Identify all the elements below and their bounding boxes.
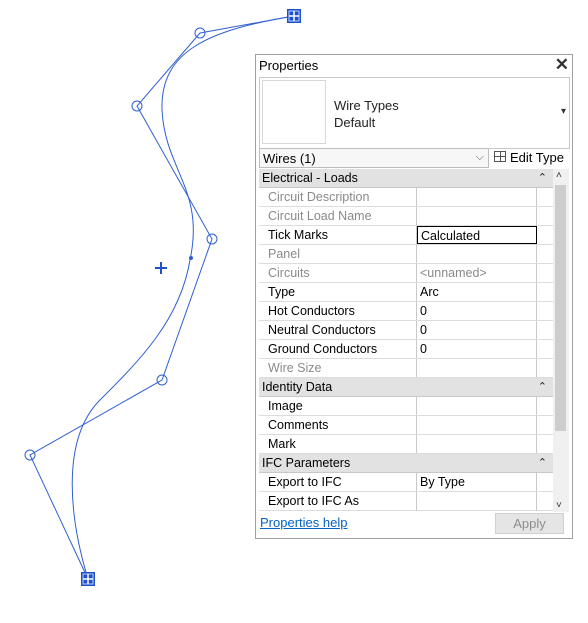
grid-scrollbar[interactable]: ˄ ˅ (553, 169, 569, 512)
property-row: Export to IFC As (259, 492, 553, 511)
grid-gutter (537, 283, 553, 301)
wire-end-endpoint-grip[interactable] (81, 572, 95, 586)
cursor-crosshair-icon (155, 262, 167, 274)
property-name: Circuit Description (259, 188, 417, 206)
type-preview-thumbnail (262, 80, 326, 144)
collapse-icon[interactable]: ⌃ (538, 378, 547, 396)
property-name: Panel (259, 245, 417, 263)
properties-help-link[interactable]: Properties help (260, 515, 347, 530)
group-label: IFC Parameters (262, 456, 351, 470)
apply-button[interactable]: Apply (495, 513, 564, 534)
grid-gutter (537, 473, 553, 491)
instance-filter-row: Wires (1) ⌵ Edit Type (259, 148, 571, 169)
property-name: Wire Size (259, 359, 417, 377)
grid-gutter (537, 340, 553, 358)
grid-gutter (537, 359, 553, 377)
property-value[interactable] (417, 435, 537, 453)
property-row: Ground Conductors 0 (259, 340, 553, 359)
filter-value: Wires (1) (263, 151, 316, 166)
property-row: Image (259, 397, 553, 416)
property-value[interactable]: 0 (417, 340, 537, 358)
property-row: Export to IFC By Type (259, 473, 553, 492)
property-row: Circuit Description (259, 188, 553, 207)
property-row: Wire Size (259, 359, 553, 378)
chevron-down-icon: ⌵ (475, 151, 484, 163)
element-filter-dropdown[interactable]: Wires (1) ⌵ (259, 148, 489, 168)
property-value (417, 245, 537, 263)
properties-palette: Properties ✕ Wire Types Default ▾ Wires … (255, 54, 573, 539)
edit-type-label: Edit Type (510, 150, 564, 165)
close-icon[interactable]: ✕ (555, 55, 569, 75)
property-name: Mark (259, 435, 417, 453)
property-row: Neutral Conductors 0 (259, 321, 553, 340)
property-name: Export to IFC As (259, 492, 417, 510)
property-row: Hot Conductors 0 (259, 302, 553, 321)
property-value[interactable]: Calculated (417, 226, 537, 244)
grid-gutter (537, 226, 553, 244)
type-family-name: Wire Types (334, 98, 399, 113)
property-name: Tick Marks (259, 226, 417, 244)
group-label: Electrical - Loads (262, 171, 358, 185)
grid-gutter (537, 207, 553, 225)
chevron-down-icon[interactable]: ▾ (561, 106, 566, 117)
grid-gutter (537, 264, 553, 282)
property-value (417, 188, 537, 206)
properties-grid: Electrical - Loads ⌃ Circuit Description Ci… (259, 169, 553, 512)
property-row: Mark (259, 435, 553, 454)
property-row: Type Arc (259, 283, 553, 302)
collapse-icon[interactable]: ⌃ (538, 169, 547, 187)
property-group-header[interactable]: Electrical - Loads ⌃ (259, 169, 553, 188)
property-name: Ground Conductors (259, 340, 417, 358)
grid-gutter (537, 397, 553, 415)
property-value: <unnamed> (417, 264, 537, 282)
collapse-icon[interactable]: ⌃ (538, 454, 547, 472)
type-selector[interactable]: Wire Types Default ▾ (259, 77, 570, 149)
property-value (417, 359, 537, 377)
grid-gutter (537, 188, 553, 206)
type-name: Default (334, 115, 376, 130)
scroll-up-icon[interactable]: ˄ (556, 170, 562, 181)
property-row: Comments (259, 416, 553, 435)
grid-gutter (537, 321, 553, 339)
group-label: Identity Data (262, 380, 333, 394)
grid-gutter (537, 302, 553, 320)
property-row: Circuits <unnamed> (259, 264, 553, 283)
property-value[interactable]: 0 (417, 321, 537, 339)
property-name: Circuit Load Name (259, 207, 417, 225)
property-value[interactable]: By Type (417, 473, 537, 491)
property-name: Hot Conductors (259, 302, 417, 320)
property-name: Circuits (259, 264, 417, 282)
wire-start-endpoint-grip[interactable] (287, 9, 301, 23)
property-value[interactable]: 0 (417, 302, 537, 320)
property-name: Neutral Conductors (259, 321, 417, 339)
palette-title: Properties (259, 58, 319, 73)
property-group-header[interactable]: Identity Data ⌃ (259, 378, 553, 397)
grid-gutter (537, 492, 553, 510)
wire-midpoint-grip[interactable] (189, 256, 193, 260)
property-value (417, 207, 537, 225)
property-value[interactable] (417, 492, 537, 510)
property-name: Image (259, 397, 417, 415)
property-row: Circuit Load Name (259, 207, 553, 226)
grid-gutter (537, 435, 553, 453)
grid-gutter (537, 245, 553, 263)
property-row: Tick Marks Calculated (259, 226, 553, 245)
scrollbar-thumb[interactable] (555, 185, 566, 431)
property-value[interactable] (417, 397, 537, 415)
grid-gutter (537, 416, 553, 434)
edit-type-button[interactable]: Edit Type (492, 148, 571, 168)
property-name: Export to IFC (259, 473, 417, 491)
property-row: Panel (259, 245, 553, 264)
edit-type-icon (494, 151, 506, 162)
property-value[interactable]: Arc (417, 283, 537, 301)
property-group-header[interactable]: IFC Parameters ⌃ (259, 454, 553, 473)
property-value[interactable] (417, 416, 537, 434)
property-name: Type (259, 283, 417, 301)
property-name: Comments (259, 416, 417, 434)
palette-title-bar[interactable]: Properties ✕ (256, 55, 572, 77)
scroll-down-icon[interactable]: ˅ (556, 500, 562, 511)
